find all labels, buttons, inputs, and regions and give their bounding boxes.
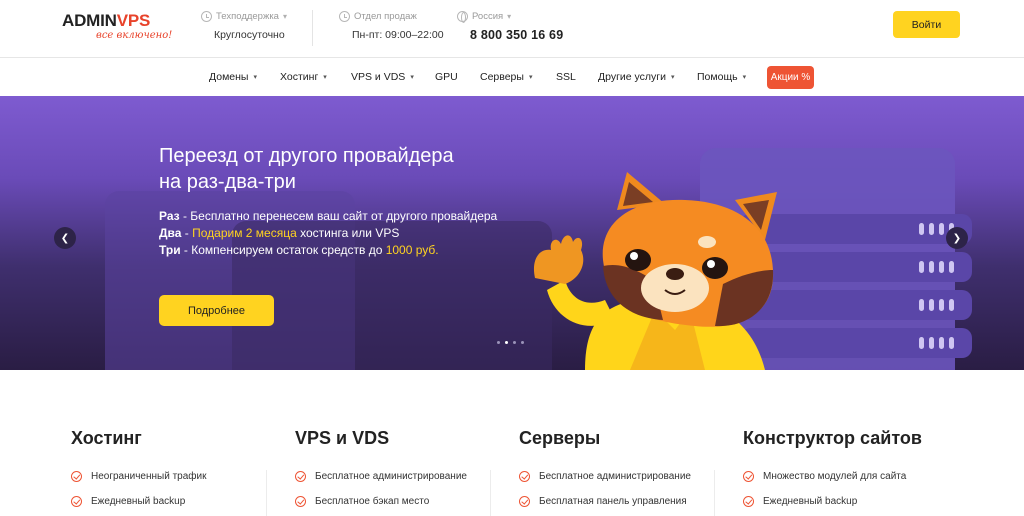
- chevron-down-icon: ▾: [507, 12, 512, 21]
- nav-item-vps[interactable]: VPS и VDS ▾: [351, 71, 414, 83]
- top-header: ADMINVPS все включено! Техподдержка ▾ Кру…: [0, 0, 1024, 58]
- clock-icon: [201, 11, 212, 22]
- chevron-down-icon: ▾: [282, 12, 287, 21]
- sales-hours: Пн-пт: 09:00–22:00: [352, 29, 444, 41]
- hero-line-2: Два - Подарим 2 месяца хостинга или VPS: [159, 226, 400, 240]
- nav-item-domains[interactable]: Домены ▾: [209, 71, 257, 83]
- check-circle-icon: [743, 496, 754, 507]
- slider-dot[interactable]: [497, 341, 500, 344]
- feature-item: Ежедневный backup: [71, 496, 291, 507]
- nav-item-servers[interactable]: Серверы ▾: [480, 71, 532, 83]
- promo-button[interactable]: Акции %: [767, 66, 814, 89]
- product-title: Конструктор сайтов: [743, 428, 922, 448]
- phone-number[interactable]: 8 800 350 16 69: [470, 28, 563, 42]
- nav-item-help[interactable]: Помощь ▾: [697, 71, 746, 83]
- column-divider: [266, 470, 267, 516]
- slider-dot[interactable]: [513, 341, 516, 344]
- product-site-builder[interactable]: Конструктор сайтов Множество модулей для…: [743, 428, 963, 507]
- logo[interactable]: ADMINVPS все включено!: [62, 12, 178, 44]
- chevron-down-icon: ▾: [323, 74, 327, 81]
- product-vps[interactable]: VPS и VDS Бесплатное администрирование Б…: [295, 428, 515, 507]
- logo-text-vps: VPS: [116, 11, 151, 30]
- feature-item: Множество модулей для сайта: [743, 471, 963, 482]
- hero-title: Переезд от другого провайдера на раз-два…: [159, 145, 454, 193]
- feature-item: Бесплатное администрирование: [295, 471, 515, 482]
- chevron-down-icon: ▾: [742, 74, 747, 81]
- region-label: Россия: [472, 11, 504, 22]
- product-title: Хостинг: [71, 428, 142, 448]
- sales-info: Отдел продаж Пн-пт: 09:00–22:00: [339, 11, 444, 41]
- feature-item: Бесплатное бэкап место: [295, 496, 515, 507]
- feature-item: Бесплатная панель управления: [519, 496, 739, 507]
- check-circle-icon: [71, 471, 82, 482]
- product-servers[interactable]: Серверы Бесплатное администрирование Бес…: [519, 428, 739, 507]
- check-circle-icon: [71, 496, 82, 507]
- hero-line-3: Три - Компенсируем остаток средств до 10…: [159, 243, 439, 257]
- check-circle-icon: [295, 496, 306, 507]
- header-divider: [312, 10, 313, 46]
- product-title: VPS и VDS: [295, 428, 390, 448]
- feature-item: Ежедневный backup: [743, 496, 963, 507]
- hero-banner: Переезд от другого провайдера на раз-два…: [0, 96, 1024, 370]
- nav-item-other-services[interactable]: Другие услуги ▾: [598, 71, 675, 83]
- product-title: Серверы: [519, 428, 601, 448]
- chevron-down-icon: ▾: [671, 74, 675, 81]
- chevron-left-icon[interactable]: ❮: [54, 227, 76, 249]
- nav-item-gpu[interactable]: GPU: [435, 71, 458, 83]
- slider-pagination: [497, 341, 524, 344]
- nav-item-ssl[interactable]: SSL: [556, 71, 576, 83]
- feature-item: Неограниченный трафик: [71, 471, 291, 482]
- main-nav: Домены ▾ Хостинг ▾ VPS и VDS ▾ GPU Серверы ▾…: [0, 58, 1024, 96]
- support-value: Круглосуточно: [214, 29, 285, 41]
- product-hosting[interactable]: Хостинг Неограниченный трафик Ежедневный…: [71, 428, 291, 507]
- logo-tagline: все включено!: [96, 30, 173, 41]
- globe-icon: [457, 11, 468, 23]
- column-divider: [490, 470, 491, 516]
- sales-label: Отдел продаж: [354, 11, 417, 22]
- check-circle-icon: [519, 471, 530, 482]
- login-button[interactable]: Войти: [893, 11, 960, 38]
- slider-dot[interactable]: [505, 341, 508, 344]
- chevron-down-icon: ▾: [410, 74, 414, 81]
- check-circle-icon: [519, 496, 530, 507]
- check-circle-icon: [743, 471, 754, 482]
- support-info[interactable]: Техподдержка ▾ Круглосуточно: [201, 11, 287, 41]
- check-circle-icon: [295, 471, 306, 482]
- feature-item: Бесплатное администрирование: [519, 471, 739, 482]
- clock-icon: [339, 11, 350, 22]
- region-info[interactable]: Россия ▾ 8 800 350 16 69: [457, 11, 563, 42]
- more-button[interactable]: Подробнее: [159, 295, 274, 326]
- slider-dot[interactable]: [521, 341, 524, 344]
- logo-text-admin: ADMIN: [62, 11, 117, 30]
- support-label: Техподдержка: [216, 11, 279, 22]
- hero-line-1: Раз - Бесплатно перенесем ваш сайт от др…: [159, 209, 498, 223]
- nav-item-hosting[interactable]: Хостинг ▾: [280, 71, 327, 83]
- hero-description: Раз - Бесплатно перенесем ваш сайт от др…: [159, 208, 497, 259]
- chevron-right-icon[interactable]: ❯: [946, 227, 968, 249]
- column-divider: [714, 470, 715, 516]
- chevron-down-icon: ▾: [528, 74, 533, 81]
- chevron-down-icon: ▾: [253, 74, 257, 81]
- mascot-illustration: [533, 172, 777, 370]
